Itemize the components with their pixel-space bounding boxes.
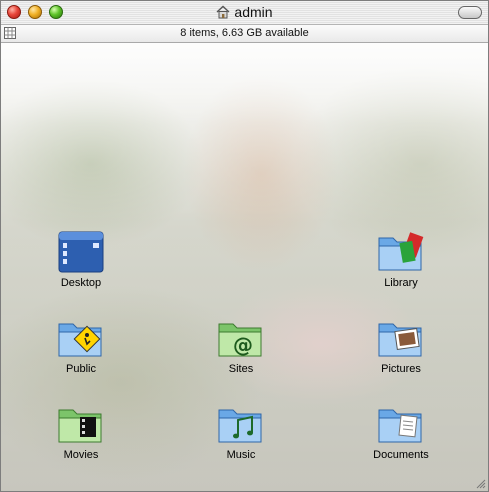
title-bar[interactable]: admin [1,1,488,25]
folder-library[interactable]: Library [356,230,446,289]
folder-label: Library [384,277,418,289]
status-text: 8 items, 6.63 GB available [180,27,309,39]
folder-movies[interactable]: Movies [36,402,126,461]
folder-music[interactable]: Music [196,402,286,461]
folder-desktop[interactable]: Desktop [36,230,126,289]
sites-folder-icon: @ [218,323,262,357]
folder-label: Public [66,363,96,375]
desktop-folder-icon [58,231,104,273]
folder-label: Music [226,449,256,461]
folder-label: Documents [373,449,429,461]
folder-content-area[interactable]: Desktop Library Public @ Sites Pictures … [1,43,488,491]
window-title: admin [234,4,273,20]
toolbar-toggle-button[interactable] [458,6,482,19]
library-folder-icon [378,232,424,271]
folder-pictures[interactable]: Pictures [356,316,446,375]
window-title-area: admin [1,4,488,20]
folder-label: Sites [228,363,254,375]
documents-folder-icon [378,409,422,443]
folder-public[interactable]: Public [36,316,126,375]
folder-label: Desktop [60,277,102,289]
status-bar: 8 items, 6.63 GB available [1,25,488,43]
movies-folder-icon [58,409,102,443]
svg-text:@: @ [233,333,253,357]
folder-sites[interactable]: @ Sites [196,316,286,375]
folder-label: Movies [63,449,99,461]
music-folder-icon [218,409,262,443]
pictures-folder-icon [378,323,422,357]
finder-window: admin 8 items, 6.63 GB available Desktop [0,0,489,492]
public-folder-icon [58,323,102,357]
resize-grip-icon[interactable] [475,478,486,489]
home-icon [216,5,230,19]
folder-documents[interactable]: Documents [356,402,446,461]
icon-view-icon[interactable] [4,27,16,39]
folder-label: Pictures [381,363,421,375]
